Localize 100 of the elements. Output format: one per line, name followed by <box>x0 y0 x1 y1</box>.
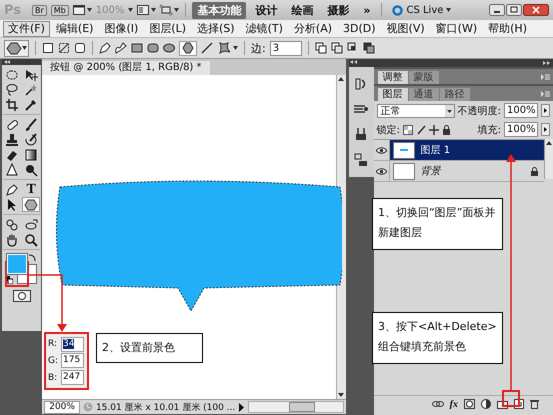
minimize-icon[interactable] <box>489 4 505 16</box>
slider-popup-icon[interactable] <box>541 123 550 136</box>
restore-icon[interactable] <box>506 4 522 16</box>
layer-row[interactable]: 图层 1 <box>390 140 544 160</box>
layer-row[interactable]: 背景 <box>390 161 544 181</box>
shape-layers-icon[interactable] <box>42 42 54 54</box>
type-tool[interactable]: T <box>22 182 40 197</box>
eye-icon[interactable] <box>376 146 387 154</box>
menu-item[interactable]: 分析(A) <box>288 20 338 36</box>
gradient-icon[interactable] <box>24 148 38 162</box>
eyedropper-icon[interactable] <box>24 98 38 112</box>
freeform-pen-icon[interactable] <box>115 42 127 54</box>
crop-icon[interactable] <box>5 98 20 112</box>
hand-icon[interactable] <box>5 232 20 246</box>
exclude-icon[interactable] <box>362 42 375 54</box>
rectangle-icon[interactable] <box>131 42 143 54</box>
menu-item[interactable]: 图层(L) <box>144 20 192 36</box>
channel-value-field[interactable]: 247 <box>61 370 84 386</box>
actions-panel-icon[interactable] <box>353 103 370 115</box>
cs-live-icon[interactable] <box>392 4 404 16</box>
stamp-icon[interactable] <box>5 132 20 146</box>
fill-field[interactable]: 100% <box>504 122 538 137</box>
lock-all-icon[interactable] <box>442 124 451 134</box>
paths-icon[interactable] <box>58 42 70 54</box>
rounded-rectangle-icon[interactable] <box>147 42 159 54</box>
magic-wand-icon[interactable] <box>24 82 38 96</box>
horizontal-scrollbar[interactable] <box>248 401 344 413</box>
pen-icon[interactable] <box>5 182 20 196</box>
menu-item[interactable]: 图像(I) <box>99 20 144 36</box>
add-mask-icon[interactable] <box>464 399 475 409</box>
workspace-button[interactable]: 基本功能 <box>192 2 246 18</box>
more-workspaces-button[interactable]: » <box>358 2 376 18</box>
scroll-up-icon[interactable] <box>545 139 553 147</box>
panel-menu-icon[interactable] <box>541 74 550 80</box>
blend-mode-dropdown[interactable]: 正常 <box>376 104 455 118</box>
workspace-button[interactable]: 设计 <box>250 2 282 18</box>
info-menu-icon[interactable] <box>238 402 246 412</box>
quick-mask-icon[interactable] <box>12 290 31 302</box>
channel-value-field[interactable]: 34 <box>61 336 84 352</box>
brush-icon[interactable] <box>24 118 38 132</box>
sides-field[interactable]: 3 <box>270 40 302 56</box>
menu-item[interactable]: 滤镜(T) <box>240 20 288 36</box>
menu-item[interactable]: 视图(V) <box>382 20 430 36</box>
lock-pixels-icon[interactable] <box>416 124 426 134</box>
dodge-icon[interactable] <box>24 162 38 176</box>
link-icon[interactable] <box>432 400 444 408</box>
menu-item[interactable]: 窗口(W) <box>430 20 482 36</box>
panel-tab[interactable]: 蒙版 <box>408 71 439 84</box>
panel-tab[interactable]: 通道 <box>408 88 439 101</box>
marquee-icon[interactable] <box>5 68 20 82</box>
line-icon[interactable] <box>201 42 213 54</box>
tool-preset-picker[interactable] <box>4 40 29 56</box>
menu-item[interactable]: 3D(D) <box>338 20 381 36</box>
layout-icon[interactable] <box>72 5 85 15</box>
adjustment-layer-icon[interactable] <box>481 399 491 409</box>
tool-presets-icon[interactable] <box>354 127 368 141</box>
polygon-tool-button[interactable] <box>22 197 40 212</box>
panel-tab[interactable]: 路径 <box>440 88 470 101</box>
menu-item[interactable]: 编辑(E) <box>50 20 98 36</box>
zoom-icon[interactable] <box>24 232 38 246</box>
screen-mode-icon[interactable] <box>160 5 172 15</box>
channel-value-field[interactable]: 175 <box>61 353 84 368</box>
document-tab[interactable]: 按钮 @ 200% (图层 1, RGB/8) * <box>42 61 210 75</box>
polygon-tool-button[interactable] <box>179 40 197 56</box>
ellipse-icon[interactable] <box>163 42 175 54</box>
slider-popup-icon[interactable] <box>541 104 550 117</box>
pen-icon[interactable] <box>99 42 111 54</box>
panel-menu-icon[interactable] <box>541 90 550 96</box>
history-brush-icon[interactable] <box>24 132 38 146</box>
panel-tab[interactable]: 图层 <box>378 88 408 101</box>
new-shape-layer-icon[interactable] <box>314 42 327 54</box>
fill-pixels-icon[interactable] <box>74 42 86 54</box>
opacity-field[interactable]: 100% <box>504 103 538 118</box>
menu-item[interactable]: 选择(S) <box>192 20 240 36</box>
rotate-3d-icon[interactable] <box>5 218 20 232</box>
foreground-color-swatch[interactable] <box>6 254 27 274</box>
menu-item[interactable]: 文件(F) <box>3 20 50 36</box>
close-icon[interactable] <box>523 4 549 16</box>
mini-bridge-button[interactable]: Mb <box>50 4 69 16</box>
arrange-documents-icon[interactable] <box>137 5 150 15</box>
workspace-button[interactable]: 绘画 <box>286 2 318 18</box>
layer-style-button[interactable]: fx <box>450 398 458 410</box>
bridge-button[interactable]: Br <box>32 4 47 16</box>
lock-position-icon[interactable] <box>429 124 439 134</box>
clone-source-icon[interactable] <box>354 153 368 167</box>
trash-icon[interactable] <box>530 399 539 409</box>
cs-live-button[interactable]: CS Live <box>406 4 444 16</box>
eye-icon[interactable] <box>376 168 387 174</box>
default-colors-icon[interactable] <box>4 276 13 284</box>
menu-item[interactable]: 帮助(H) <box>483 20 532 36</box>
move-icon[interactable] <box>24 68 38 82</box>
panel-tab[interactable]: 调整 <box>378 71 408 84</box>
subtract-icon[interactable] <box>330 42 343 54</box>
lock-transparency-icon[interactable] <box>403 124 413 134</box>
orbit-3d-icon[interactable] <box>24 218 38 232</box>
workspace-button[interactable]: 摄影 <box>322 2 354 18</box>
sharpen-icon[interactable] <box>5 162 20 176</box>
custom-shape-icon[interactable] <box>217 42 231 54</box>
swap-colors-icon[interactable] <box>28 254 36 261</box>
zoom-field[interactable]: 200% <box>44 400 80 414</box>
